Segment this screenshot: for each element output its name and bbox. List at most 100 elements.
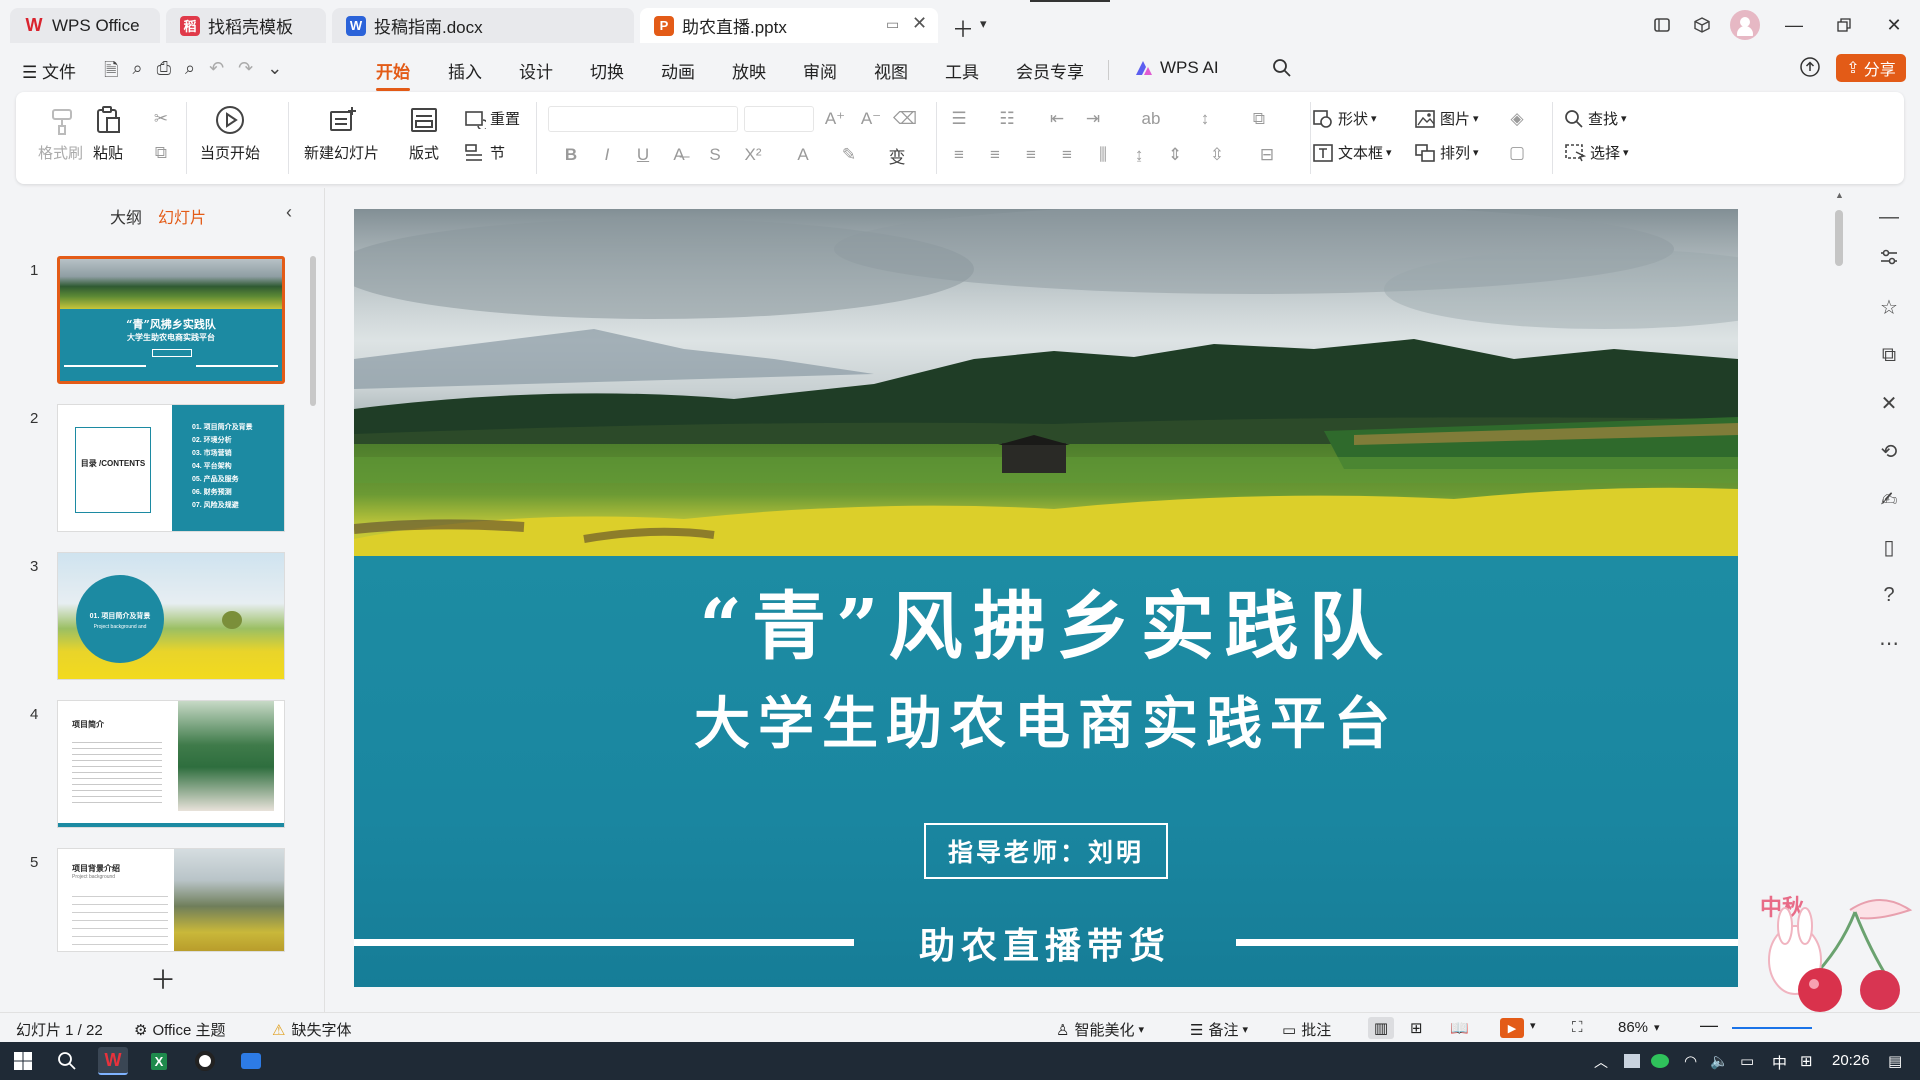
wifi-icon[interactable]: ◠: [1684, 1052, 1697, 1070]
tray-chevron-icon[interactable]: ︿: [1594, 1052, 1608, 1072]
tab-outline[interactable]: 大纲: [110, 204, 142, 228]
tab-docx[interactable]: W 投稿指南.docx: [332, 8, 634, 43]
slide-thumbnail-3[interactable]: 01. 项目简介及背景 Project background and: [57, 552, 285, 680]
taskbar-search-icon[interactable]: [52, 1047, 82, 1075]
menu-slideshow[interactable]: 放映: [732, 58, 766, 83]
slide-library-icon[interactable]: ⧉: [1876, 342, 1902, 368]
strikethrough-icon[interactable]: A̶: [668, 144, 690, 166]
battery-icon[interactable]: ▭: [1740, 1052, 1754, 1070]
fill-icon[interactable]: ◈: [1506, 108, 1528, 130]
restore-icon[interactable]: [1830, 12, 1858, 38]
picture-button[interactable]: 图片 ▾: [1414, 108, 1479, 129]
slide-title[interactable]: “青”风拂乡实践队: [354, 567, 1738, 674]
screen-icon[interactable]: ▭: [886, 16, 899, 33]
slide-subtitle[interactable]: 大学生助农电商实践平台: [354, 679, 1738, 760]
minimize-icon[interactable]: —: [1780, 12, 1808, 38]
section-button[interactable]: 节: [464, 142, 505, 163]
cut-icon[interactable]: ✂: [150, 108, 172, 130]
menu-home[interactable]: 开始: [376, 58, 410, 91]
menu-review[interactable]: 审阅: [803, 58, 837, 83]
numbering-icon[interactable]: ☷: [996, 108, 1018, 130]
text-direction-icon[interactable]: ab: [1140, 108, 1162, 130]
font-size-select[interactable]: [744, 106, 814, 132]
zoom-level[interactable]: 86% ▾: [1618, 1019, 1660, 1036]
windows-start-icon[interactable]: [8, 1047, 38, 1075]
slide-thumbnail-5[interactable]: 项目背景介绍 Project background: [57, 848, 285, 952]
more-chevron-icon[interactable]: ⌄: [267, 58, 282, 88]
avatar[interactable]: [1730, 10, 1760, 40]
volume-icon[interactable]: 🔈: [1710, 1052, 1729, 1070]
smart-beautify-button[interactable]: ♙ 智能美化 ▾: [1056, 1019, 1144, 1040]
superscript-icon[interactable]: X²: [742, 144, 764, 166]
cloud-sync-icon[interactable]: [1798, 56, 1822, 78]
file-menu[interactable]: ☰ 文件: [22, 58, 76, 83]
font-color-icon[interactable]: A: [792, 144, 814, 166]
outline-icon[interactable]: ▢: [1506, 142, 1528, 164]
read-aloud-icon[interactable]: ▯: [1876, 534, 1902, 560]
tab-wps-office[interactable]: W WPS Office: [10, 8, 160, 43]
taskbar-qq-icon[interactable]: [190, 1047, 220, 1075]
notification-icon[interactable]: ▤: [1888, 1052, 1902, 1070]
missing-fonts-button[interactable]: ⚠ 缺失字体: [272, 1019, 351, 1040]
zoom-out-icon[interactable]: —: [1700, 1015, 1718, 1036]
comments-button[interactable]: ▭ 批注: [1282, 1019, 1331, 1040]
menu-animation[interactable]: 动画: [661, 58, 695, 83]
menu-view[interactable]: 视图: [874, 58, 908, 83]
paragraph-spacing-icon[interactable]: ⇕: [1164, 144, 1186, 166]
slide-sorter-icon[interactable]: ⊞: [1410, 1019, 1423, 1037]
bold-icon[interactable]: B: [560, 144, 582, 166]
reading-view-icon[interactable]: 📖: [1450, 1019, 1469, 1037]
convert-icon[interactable]: ⧉: [1248, 108, 1270, 130]
redo-icon[interactable]: ↷: [238, 58, 253, 88]
collapse-panel-icon[interactable]: ‹: [286, 202, 292, 223]
decrease-font-icon[interactable]: A⁻: [860, 108, 882, 130]
normal-view-icon[interactable]: ▥: [1368, 1017, 1394, 1039]
shadow-icon[interactable]: S: [704, 144, 726, 166]
font-family-select[interactable]: [548, 106, 738, 132]
align-center-icon[interactable]: ≡: [984, 144, 1006, 166]
decrease-indent-icon[interactable]: ⇤: [1046, 108, 1068, 130]
fit-window-icon[interactable]: ⛶: [1572, 1019, 1583, 1036]
menu-design[interactable]: 设计: [519, 58, 553, 83]
find-button[interactable]: 查找 ▾: [1564, 108, 1627, 129]
menu-transition[interactable]: 切换: [590, 58, 624, 83]
menu-insert[interactable]: 插入: [448, 58, 482, 83]
text-align-icon[interactable]: ⊟: [1256, 144, 1278, 166]
wechat-icon[interactable]: [1648, 1047, 1672, 1075]
align-left-icon[interactable]: ≡: [948, 144, 970, 166]
reset-button[interactable]: 重置: [464, 108, 520, 129]
close-window-icon[interactable]: ✕: [1880, 12, 1908, 38]
add-slide-icon[interactable]: ＋: [150, 960, 176, 997]
scrollbar-thumb[interactable]: [1835, 210, 1843, 266]
increase-font-icon[interactable]: A⁺: [824, 108, 846, 130]
taskbar-excel-icon[interactable]: X: [144, 1047, 174, 1075]
sort-icon[interactable]: ↕: [1194, 108, 1216, 130]
distribute-icon[interactable]: ⫼: [1092, 144, 1114, 166]
tab-slides[interactable]: 幻灯片: [158, 204, 206, 228]
star-icon[interactable]: ☆: [1876, 294, 1902, 320]
justify-icon[interactable]: ≡: [1056, 144, 1078, 166]
slide-canvas[interactable]: “青”风拂乡实践队 大学生助农电商实践平台 指导老师：刘明 助农直播带货: [354, 209, 1738, 987]
adjust-settings-icon[interactable]: [1876, 244, 1902, 270]
menu-tools[interactable]: 工具: [945, 58, 979, 83]
line-spacing-icon[interactable]: ↨: [1128, 144, 1150, 166]
slideshow-play-icon[interactable]: ▶: [1500, 1018, 1524, 1038]
align-right-icon[interactable]: ≡: [1020, 144, 1042, 166]
save-icon[interactable]: 🗎: [104, 58, 118, 88]
bullets-icon[interactable]: ☰: [948, 108, 970, 130]
format-painter-button[interactable]: 格式刷: [38, 104, 83, 163]
tab-template[interactable]: 稻 找稻壳模板: [166, 8, 326, 43]
paste-button[interactable]: 粘贴: [92, 104, 124, 163]
select-button[interactable]: 选择 ▾: [1564, 142, 1629, 163]
ime-mode-icon[interactable]: ⊞: [1800, 1052, 1813, 1070]
theme-button[interactable]: ⚙ Office 主题: [134, 1019, 226, 1040]
taskbar-wps-icon[interactable]: W: [98, 1047, 128, 1075]
clock[interactable]: 20:26: [1832, 1052, 1870, 1069]
clear-format-icon[interactable]: ⌫: [893, 108, 917, 130]
print-icon[interactable]: ⎙: [157, 58, 171, 88]
taskbar-app-icon[interactable]: [236, 1047, 266, 1075]
highlight-icon[interactable]: ✎: [838, 144, 860, 166]
copy-icon[interactable]: ⧉: [150, 142, 172, 164]
layout-button[interactable]: 版式: [408, 104, 440, 163]
ime-indicator[interactable]: 中: [1772, 1052, 1787, 1073]
